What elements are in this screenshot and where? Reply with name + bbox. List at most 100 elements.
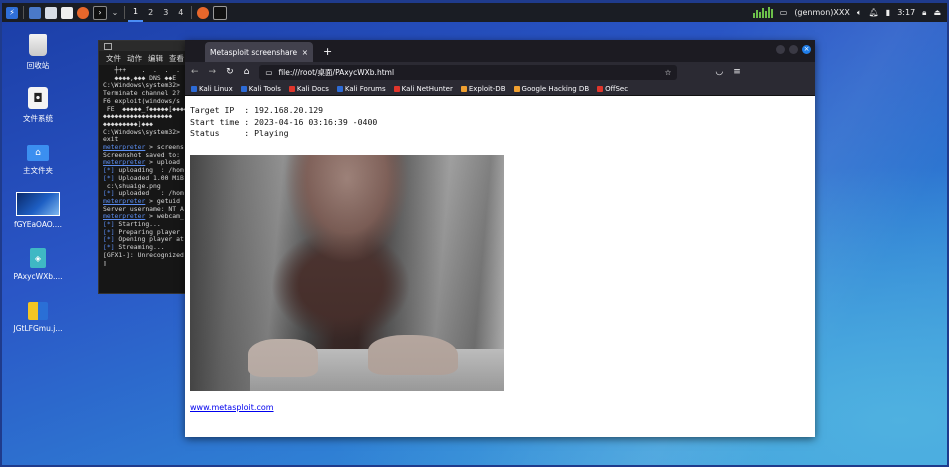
address-bar[interactable]: ▭ file:///root/桌面/PAxycWXb.html ☆ — [259, 64, 678, 80]
show-desktop-icon[interactable] — [29, 6, 41, 19]
bookmark-label: Exploit-DB — [468, 84, 506, 93]
metasploit-link[interactable]: www.metasploit.com — [190, 403, 274, 412]
image-file-icon — [16, 192, 60, 216]
terminal-line: [GFX1-]: Unrecognized — [103, 250, 187, 260]
terminal-window-icon[interactable] — [213, 5, 228, 20]
battery-icon[interactable]: ▮ — [886, 8, 890, 17]
text-editor-icon[interactable] — [61, 6, 73, 19]
kali-menu-icon[interactable]: ⚡ — [6, 6, 18, 19]
desktop-icon-label: JGtLFGmu.j... — [13, 324, 63, 333]
reload-icon[interactable]: ↻ — [226, 67, 234, 77]
start-time-label: Start time : — [190, 116, 250, 127]
menu-edit[interactable]: 编辑 — [148, 53, 163, 64]
desktop-icon-label: PAxycWXb.... — [13, 272, 63, 281]
clock[interactable]: 3:17 — [897, 8, 915, 17]
firefox-icon[interactable] — [77, 6, 89, 19]
bookmark-favicon-icon — [460, 85, 467, 92]
image-shading — [190, 155, 504, 391]
start-time-value: 2023-04-16 03:16:39 -0400 — [254, 116, 378, 127]
workspace-3[interactable]: 3 — [158, 3, 173, 22]
window-controls: × — [776, 45, 811, 54]
bookmark-star-icon[interactable]: ☆ — [665, 68, 672, 77]
close-window-button[interactable]: × — [802, 45, 811, 54]
desktop-icon-html[interactable]: ◈ PAxycWXb.... — [8, 248, 68, 281]
notification-bell-icon[interactable]: 🔔︎ — [869, 8, 879, 17]
genmon-label: (genmon)XXX — [794, 8, 850, 17]
bookmark-favicon-icon — [336, 85, 343, 92]
back-arrow-icon[interactable]: ← — [191, 67, 199, 77]
desktop-icon-label: 回收站 — [26, 61, 50, 70]
workspace-4[interactable]: 4 — [173, 3, 188, 22]
minimize-button[interactable] — [776, 45, 785, 54]
bookmark-favicon-icon — [393, 85, 400, 92]
bookmark-item[interactable]: Kali NetHunter — [393, 85, 453, 93]
terminal-icon[interactable]: › — [93, 5, 107, 20]
url-text: file:///root/桌面/PAxycWXb.html — [278, 67, 395, 77]
network-icon[interactable]: ▭ — [780, 8, 788, 17]
session-info: Target IP : 192.168.20.129 Start time : … — [190, 105, 377, 140]
html-file-icon: ◈ — [30, 248, 46, 268]
volume-icon[interactable]: 🔈︎ — [857, 8, 862, 18]
logout-icon[interactable]: ⏏ — [933, 8, 941, 17]
terminal-window-icon — [104, 43, 112, 50]
chevron-down-icon[interactable]: ⌄ — [111, 7, 119, 19]
desktop-icon-filesystem[interactable]: ◘ 文件系统 — [8, 87, 68, 124]
taskbar-separator — [191, 6, 193, 19]
tab-metasploit[interactable]: Metasploit screenshare - 19: × — [205, 42, 313, 62]
bookmark-item[interactable]: OffSec — [597, 85, 628, 93]
desktop-icon-script[interactable]: JGtLFGmu.j... — [8, 302, 68, 333]
desktop-icon-image[interactable]: fGYEaOAO.... — [8, 192, 68, 229]
terminal-output[interactable]: ┼++ . . . . . . ◆◆◆◆,◆◆◆ DNS ◆◆EC:\Windo… — [99, 65, 191, 269]
navigation-bar: ← → ↻ ⌂ ▭ file:///root/桌面/PAxycWXb.html … — [185, 62, 815, 82]
drive-icon: ◘ — [28, 87, 48, 109]
firefox-window-icon[interactable] — [197, 6, 210, 19]
page-content: Target IP : 192.168.20.129 Start time : … — [185, 96, 815, 437]
forward-arrow-icon[interactable]: → — [209, 67, 217, 77]
status-value: Playing — [254, 128, 289, 138]
bookmark-label: OffSec — [605, 84, 629, 93]
bookmark-item[interactable]: Kali Forums — [336, 84, 386, 93]
bookmark-item[interactable]: Kali Linux — [191, 85, 233, 93]
taskbar-separator — [124, 6, 125, 19]
new-tab-button[interactable]: + — [323, 45, 332, 58]
desktop-icon-trash[interactable]: 回收站 — [8, 34, 68, 71]
desktop-icon-label: fGYEaOAO.... — [14, 220, 62, 229]
terminal-window[interactable]: 文件 动作 编辑 查看 ┼++ . . . . . . ◆◆◆◆,◆◆◆ DNS… — [98, 40, 192, 294]
script-file-icon — [28, 302, 48, 320]
terminal-line-text: [GFX1-]: Unrecognized — [103, 250, 184, 259]
maximize-button[interactable] — [789, 45, 798, 54]
file-manager-icon[interactable] — [45, 6, 57, 19]
menu-view[interactable]: 查看 — [169, 53, 184, 64]
workspace-2[interactable]: 2 — [143, 3, 158, 22]
bookmark-item[interactable]: Google Hacking DB — [513, 84, 590, 93]
browser-window[interactable]: Metasploit screenshare - 19: × + × ← → ↻… — [185, 40, 815, 437]
app-menu-icon[interactable]: ≡ — [733, 67, 741, 77]
home-icon[interactable]: ⌂ — [244, 67, 250, 77]
bookmark-label: Kali Tools — [248, 84, 281, 93]
menu-actions[interactable]: 动作 — [127, 53, 142, 64]
terminal-titlebar[interactable] — [99, 41, 191, 51]
bookmark-label: Google Hacking DB — [521, 84, 590, 93]
taskbar-separator — [23, 6, 24, 19]
bookmark-favicon-icon — [240, 85, 247, 92]
bookmark-item[interactable]: Kali Tools — [240, 84, 281, 93]
lock-icon[interactable]: 🔒︎ — [922, 8, 926, 18]
target-ip-label: Target IP : — [190, 105, 250, 115]
bookmark-label: Kali Forums — [344, 84, 386, 93]
desktop-icon-home[interactable]: ⌂ 主文件夹 — [8, 145, 68, 176]
menu-file[interactable]: 文件 — [106, 53, 121, 64]
bookmark-favicon-icon — [191, 85, 197, 92]
page-info-icon[interactable]: ▭ — [265, 68, 272, 77]
pocket-icon[interactable]: ◡ — [715, 67, 723, 77]
tab-title: Metasploit screenshare - 19: — [210, 47, 299, 57]
workspace-1[interactable]: 1 — [128, 3, 144, 22]
close-tab-icon[interactable]: × — [302, 48, 308, 57]
terminal-line: ▯ — [103, 259, 187, 268]
desktop-icon-label: 文件系统 — [23, 114, 53, 123]
bookmark-label: Kali Linux — [199, 84, 233, 93]
bookmark-favicon-icon — [288, 85, 295, 92]
bookmark-item[interactable]: Kali Docs — [288, 85, 329, 93]
home-folder-icon: ⌂ — [27, 145, 49, 161]
bookmark-item[interactable]: Exploit-DB — [460, 84, 506, 93]
taskbar: ⚡ › ⌄ 1 2 3 4 ▭ (genmon)XXX 🔈︎ 🔔︎ ▮ 3:17… — [2, 3, 947, 22]
